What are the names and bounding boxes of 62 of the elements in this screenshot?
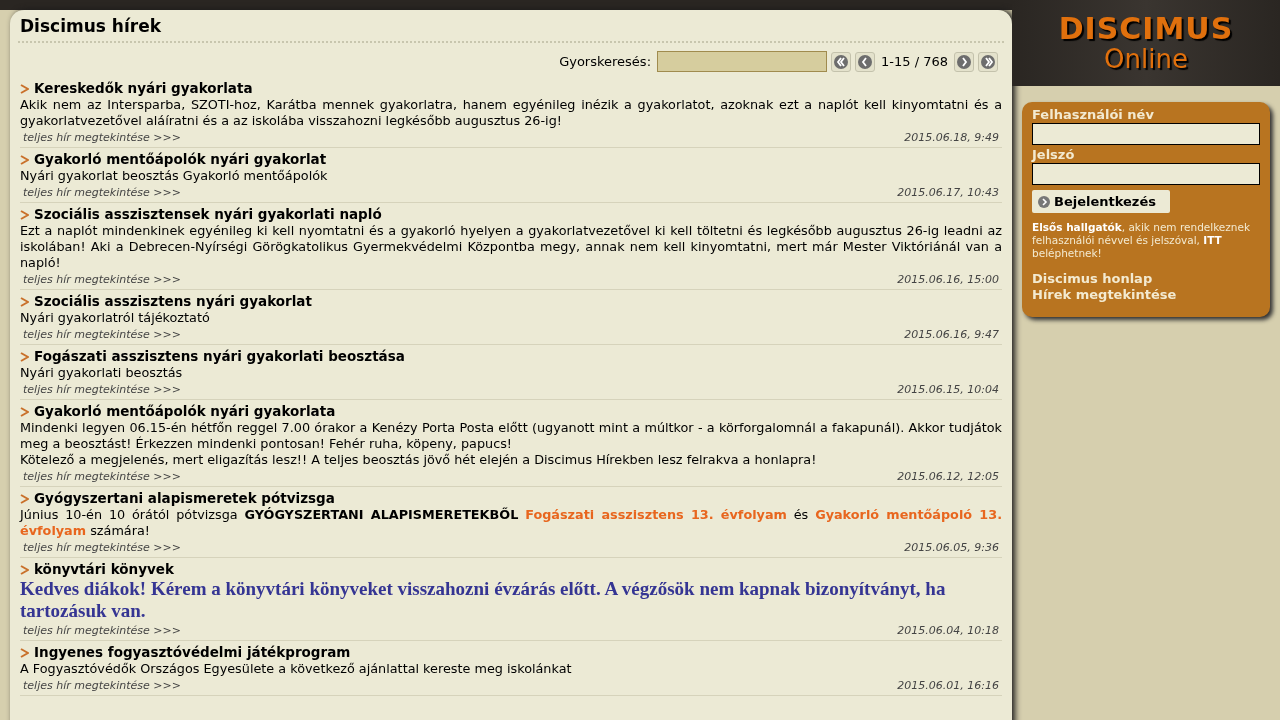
news-text: A Fogyasztóvédők Országos Egyesülete a következő ajánlattal kereste meg iskolánkat: [20, 661, 573, 677]
read-more-link[interactable]: teljes hír megtekintése >>>: [23, 131, 181, 144]
search-field[interactable]: [657, 51, 828, 72]
news-text: Nyári gyakorlati beosztás: [20, 365, 184, 381]
chevron-icon: [20, 351, 29, 362]
news-title[interactable]: Kereskedők nyári gyakorlata: [34, 80, 253, 97]
password-label: Jelszó: [1032, 147, 1076, 162]
chevron-icon: [20, 154, 29, 165]
news-text: Kedves diákok! Kérem a könyvtári könyveket visszahozni évzárás előtt. A végzősök nem kapnak bizonyítványt, ha tartozásuk van.: [20, 578, 947, 622]
news-text: Akik nem az Intersparba, SZOTI-hoz, Karátba mennek gyakorlatra, hanem egyénileg inézik a gyakorlatot, azoknak ezt a naplót kell kinyomtatni és a gyakorlatvezetővel aláíratni és a az iskolába visszahozni legkésőbb augusztus 26-ig!: [20, 97, 1002, 129]
news-text: Kötelező a megjelenés, mert eligazítás lesz!! A teljes beosztás jövő hét elején a Discimus Hírekben lesz felrakva a honlapra!: [20, 452, 818, 468]
last-page-button[interactable]: [978, 51, 998, 72]
chevron-icon: [20, 406, 29, 417]
news-date: 2015.06.16, 15:00: [897, 273, 999, 286]
news-text: Nyári gyakorlat beosztás Gyakorló mentőápolók: [20, 168, 329, 184]
previous-page-button[interactable]: [855, 51, 876, 72]
read-more-link[interactable]: teljes hír megtekintése >>>: [23, 186, 181, 199]
news-text: Nyári gyakorlatról tájékoztató: [20, 310, 211, 326]
news-text: Mindenki legyen 06.15-én hétfőn reggel 7.00 órakor a Kenézy Porta Posta előtt (ugyanott mint a múltkor - a körforgalomnál a fakapunál). Akkor tudjátok meg a beosztást! Érkezzen mindenki pontosan! Fehér ruha, köpeny, papucs!: [20, 420, 1002, 452]
logo-subtext: Online: [1104, 45, 1188, 73]
password-field[interactable]: [1032, 163, 1260, 185]
news-title[interactable]: Fogászati asszisztens nyári gyakorlati beosztása: [34, 348, 405, 365]
chevron-icon: [20, 83, 29, 94]
username-label: Felhasználói név: [1032, 107, 1155, 122]
read-more-link[interactable]: teljes hír megtekintése >>>: [23, 328, 181, 341]
read-more-link[interactable]: teljes hír megtekintése >>>: [23, 383, 181, 396]
news-title[interactable]: Gyakorló mentőápolók nyári gyakorlat: [34, 151, 327, 168]
next-page-button[interactable]: [954, 51, 974, 72]
news-date: 2015.06.12, 12:05: [897, 470, 999, 483]
page-range: 1-15 / 768: [881, 54, 948, 69]
news-date: 2015.06.17, 10:43: [897, 186, 999, 199]
news-date: 2015.06.01, 16:16: [897, 679, 999, 692]
chevron-icon: [20, 493, 29, 504]
first-year-note: Elsős hallgatók, akik nem rendelkeznek felhasználói névvel és jelszóval, ITT beléphetnek!: [1032, 221, 1252, 260]
read-more-link[interactable]: teljes hír megtekintése >>>: [23, 470, 181, 483]
news-title[interactable]: Ingyenes fogyasztóvédelmi játékprogram: [34, 644, 351, 661]
login-button[interactable]: Bejelentkezés: [1032, 190, 1170, 213]
read-more-link[interactable]: teljes hír megtekintése >>>: [23, 273, 181, 286]
read-more-link[interactable]: teljes hír megtekintése >>>: [23, 541, 181, 554]
chevron-icon: [20, 647, 29, 658]
logo-text: DISCIMUS: [1058, 13, 1234, 45]
news-title[interactable]: Szociális asszisztensek nyári gyakorlati napló: [34, 206, 382, 223]
news-date: 2015.06.05, 9:36: [904, 541, 999, 554]
search-label: Gyorskeresés:: [559, 54, 652, 69]
news-title[interactable]: Gyógyszertani alapismeretek pótvizsga: [34, 490, 335, 507]
username-field[interactable]: [1032, 123, 1260, 145]
first-page-button[interactable]: [831, 51, 852, 72]
news-date: 2015.06.15, 10:04: [897, 383, 999, 396]
news-text: Ezt a naplót mindenkinek egyénileg ki kell nyomtatni és a gyakorló hyelyen a gyakorlatvezetővel ki kell töltetni és legkésőbb augusztus 26-ig leadni az iskolában! Aki a Debrecen-Nyírségi Görögkatolikus Gyermekvédelmi Központba megy, annak nem kell kinyomtatni, mert már Mester Viktóriánál van a napló!: [20, 223, 1002, 271]
read-more-link[interactable]: teljes hír megtekintése >>>: [23, 679, 181, 692]
chevron-icon: [20, 209, 29, 220]
read-more-link[interactable]: teljes hír megtekintése >>>: [23, 624, 181, 637]
chevron-icon: [20, 296, 29, 307]
news-date: 2015.06.04, 10:18: [897, 624, 999, 637]
chevron-icon: [20, 564, 29, 575]
page-title: Discimus hírek: [19, 16, 161, 36]
news-date: 2015.06.18, 9:49: [904, 131, 999, 144]
news-title[interactable]: Szociális asszisztens nyári gyakorlat: [34, 293, 312, 310]
news-date: 2015.06.16, 9:47: [904, 328, 999, 341]
news-text: Június 10-én 10 órától pótvizsga GYÓGYSZERTANI ALAPISMERETEKBŐL Fogászati asszisztens 13. évfolyam és Gyakorló mentőápoló 13. évfolyam számára!: [20, 507, 1002, 539]
news-title[interactable]: könyvtári könyvek: [34, 561, 174, 578]
news-title[interactable]: Gyakorló mentőápolók nyári gyakorlata: [34, 403, 336, 420]
